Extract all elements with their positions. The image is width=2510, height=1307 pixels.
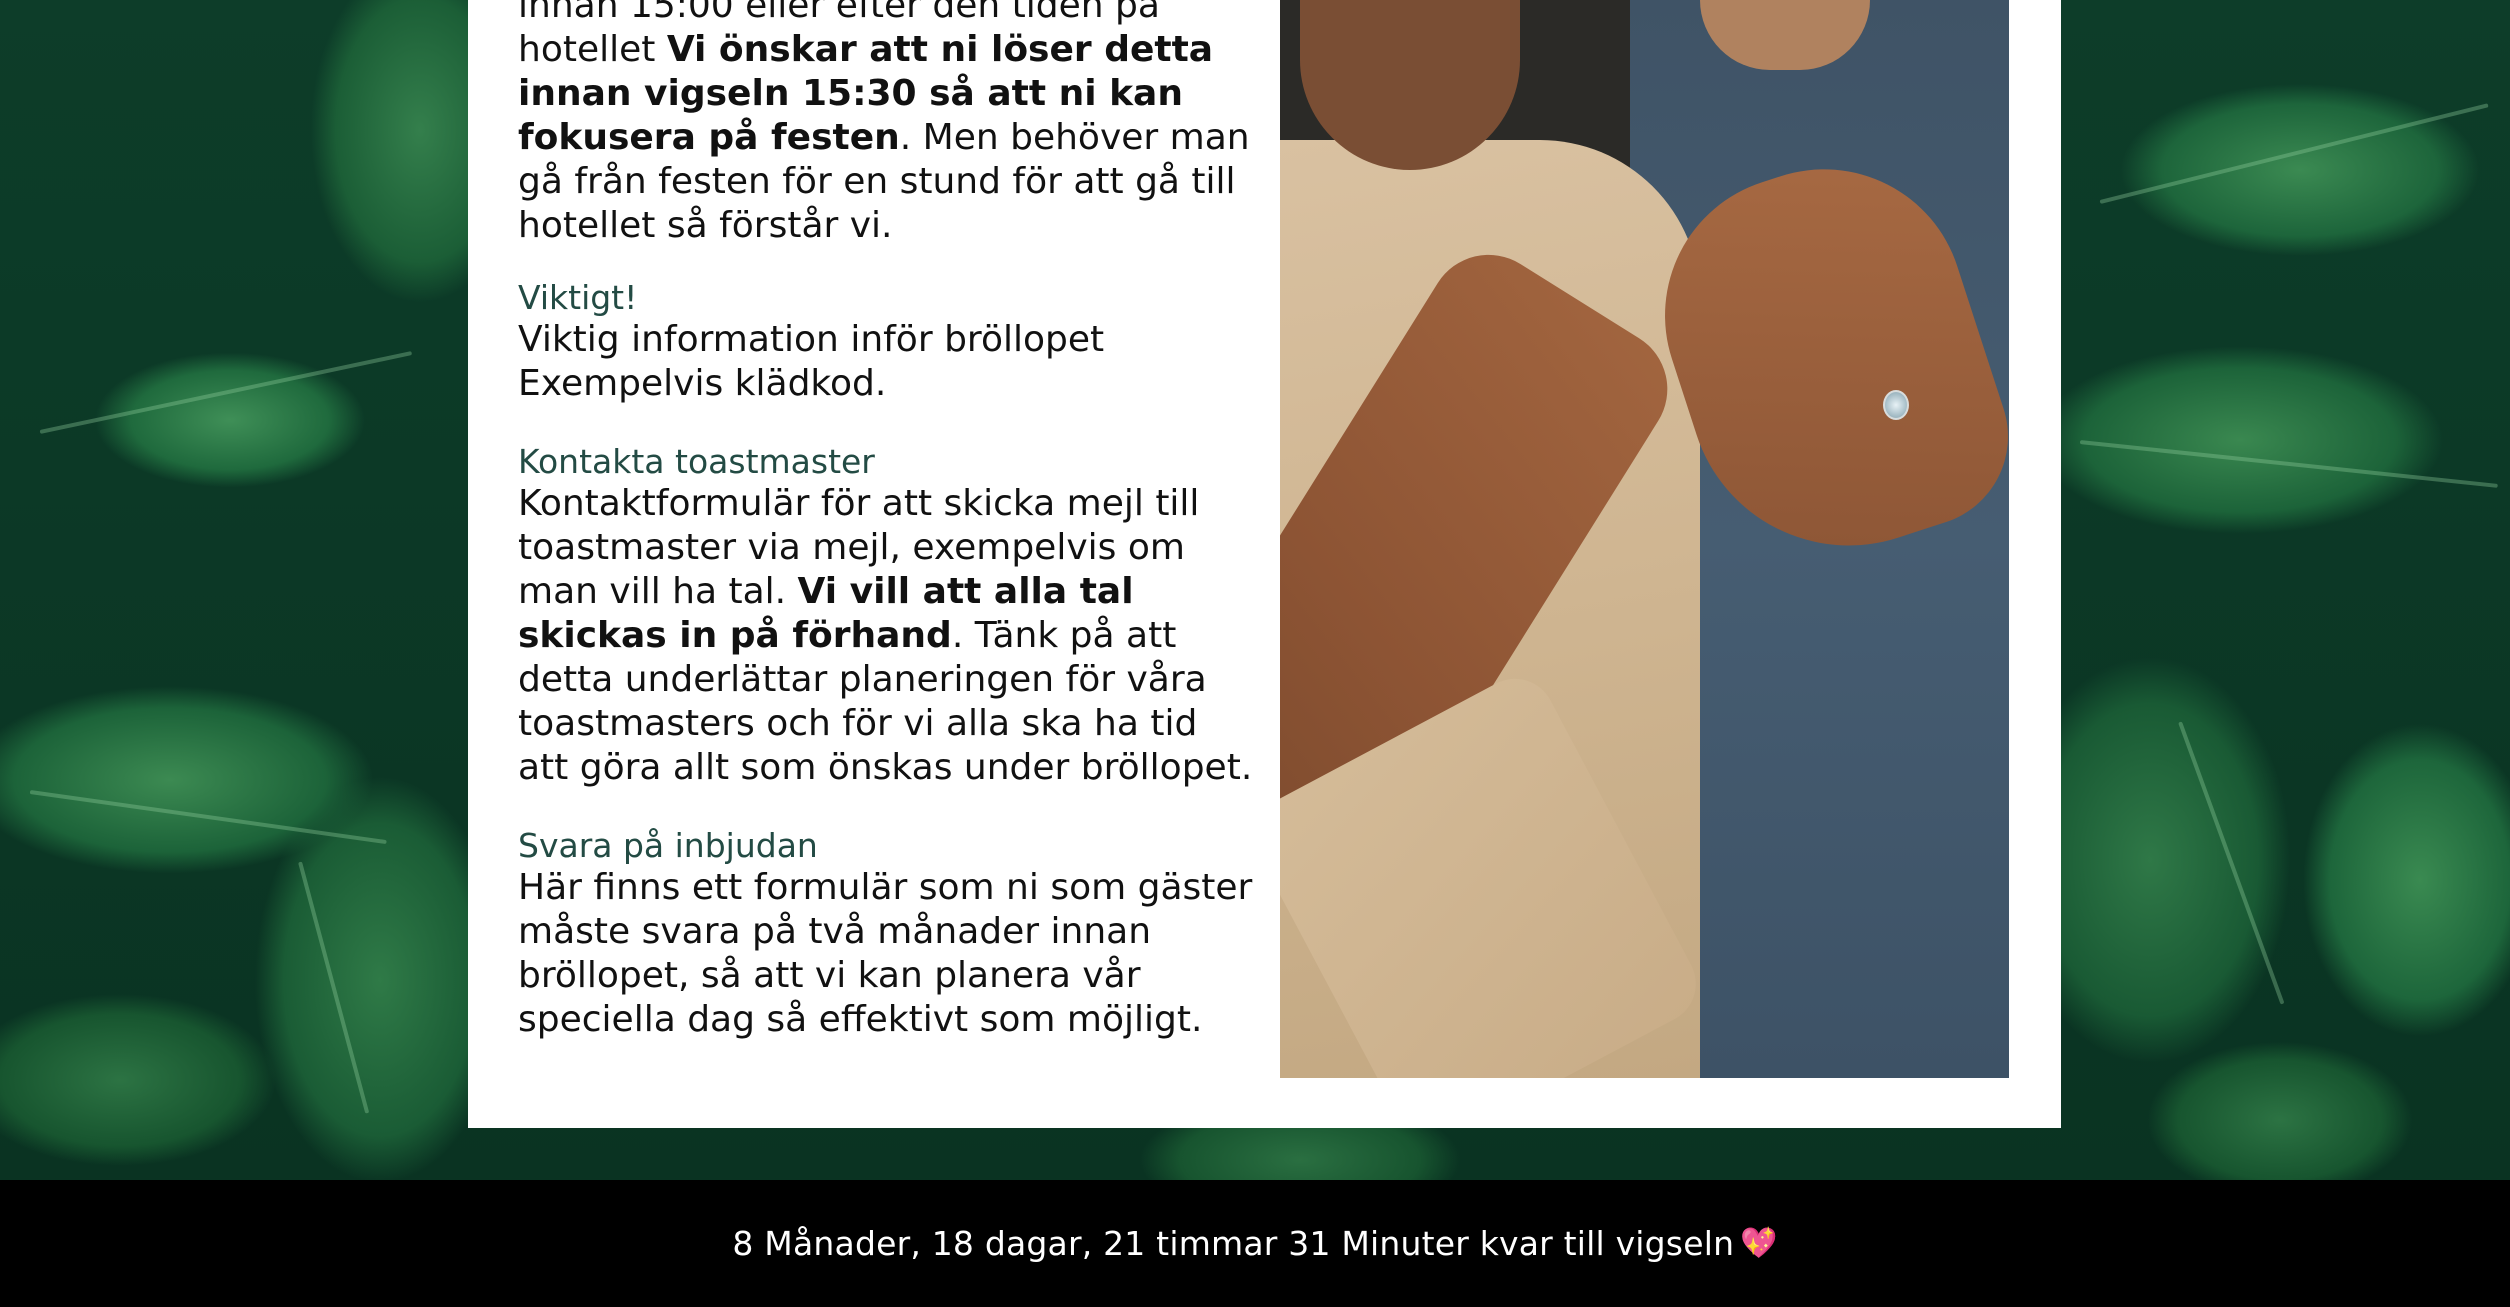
hotel-info-text: hotellet bbox=[518, 29, 667, 70]
couple-photo bbox=[1280, 0, 2009, 1078]
countdown-text: 8 Månader, 18 dagar, 21 timmar 31 Minute… bbox=[732, 1224, 1735, 1263]
rsvp-section: Svara på inbjudan Här finns ett formulär… bbox=[518, 826, 1258, 1042]
leaf-vein bbox=[39, 351, 413, 434]
content-card: innan 15:00 eller efter den tiden på hot… bbox=[468, 0, 2061, 1128]
leaf-vein bbox=[2079, 440, 2498, 488]
rsvp-text: Här finns ett formulär som ni som gäster… bbox=[518, 867, 1253, 1040]
leaf-vein bbox=[2178, 721, 2285, 1005]
important-text: Viktig information inför bröllopet Exemp… bbox=[518, 319, 1105, 404]
important-heading: Viktigt! bbox=[518, 278, 638, 317]
countdown-footer: 8 Månader, 18 dagar, 21 timmar 31 Minute… bbox=[0, 1180, 2510, 1307]
sparkling-heart-icon: 💖 bbox=[1740, 1226, 1778, 1261]
important-section: Viktigt! Viktig information inför bröllo… bbox=[518, 278, 1258, 406]
toastmaster-section: Kontakta toastmaster Kontaktformulär för… bbox=[518, 442, 1258, 790]
hotel-info-block: innan 15:00 eller efter den tiden på hot… bbox=[518, 0, 1258, 248]
rsvp-heading: Svara på inbjudan bbox=[518, 826, 818, 865]
leaf-vein bbox=[29, 790, 387, 845]
engagement-ring bbox=[1883, 390, 1909, 420]
leaf-vein bbox=[298, 861, 370, 1114]
hotel-info-partial-line: innan 15:00 eller efter den tiden på bbox=[518, 0, 1160, 26]
toastmaster-heading: Kontakta toastmaster bbox=[518, 442, 875, 481]
leaf-vein bbox=[2099, 103, 2489, 204]
